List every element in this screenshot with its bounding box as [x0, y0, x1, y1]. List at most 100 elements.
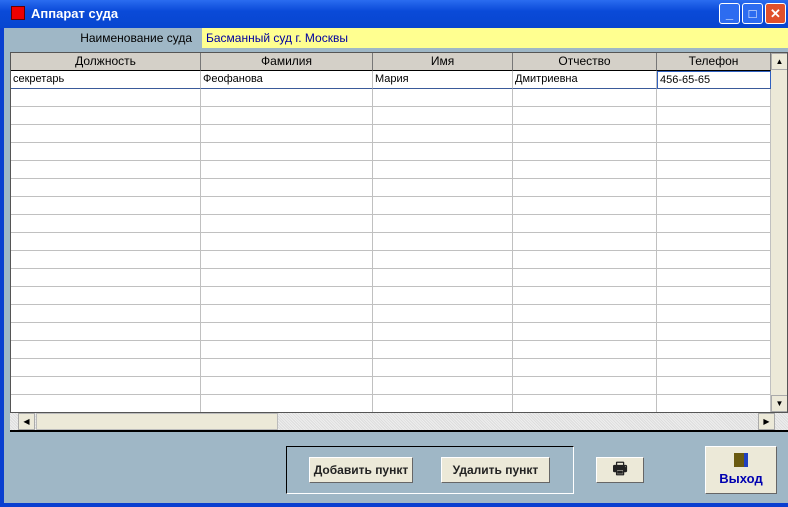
table-cell[interactable]: [201, 107, 373, 125]
table-cell[interactable]: [513, 377, 657, 395]
table-cell[interactable]: [373, 359, 513, 377]
table-cell[interactable]: [657, 395, 771, 412]
table-cell[interactable]: [373, 179, 513, 197]
table-cell[interactable]: [11, 233, 201, 251]
table-cell[interactable]: [657, 107, 771, 125]
table-cell[interactable]: [513, 161, 657, 179]
minimize-button[interactable]: _: [719, 3, 740, 24]
horizontal-scroll-thumb[interactable]: [36, 413, 278, 430]
table-cell[interactable]: [373, 161, 513, 179]
table-cell[interactable]: [201, 179, 373, 197]
table-cell[interactable]: [373, 197, 513, 215]
table-cell[interactable]: [11, 89, 201, 107]
table-cell[interactable]: [657, 143, 771, 161]
table-cell[interactable]: [657, 161, 771, 179]
table-cell[interactable]: [657, 179, 771, 197]
table-cell[interactable]: [11, 323, 201, 341]
table-cell[interactable]: [373, 341, 513, 359]
scroll-up-button[interactable]: ▲: [771, 53, 787, 70]
table-cell[interactable]: [373, 377, 513, 395]
table-cell[interactable]: [11, 179, 201, 197]
table-cell[interactable]: [373, 143, 513, 161]
delete-item-button[interactable]: Удалить пункт: [441, 457, 550, 483]
horizontal-scrollbar[interactable]: ◀ ▶: [10, 413, 788, 432]
table-cell[interactable]: [201, 395, 373, 412]
table-cell[interactable]: [373, 305, 513, 323]
table-cell[interactable]: [513, 323, 657, 341]
column-header[interactable]: Имя: [373, 53, 513, 71]
table-cell[interactable]: [513, 197, 657, 215]
table-cell[interactable]: [11, 287, 201, 305]
column-header[interactable]: Телефон: [657, 53, 771, 71]
table-cell[interactable]: [513, 269, 657, 287]
table-cell[interactable]: [373, 251, 513, 269]
table-cell[interactable]: [201, 89, 373, 107]
maximize-button[interactable]: □: [742, 3, 763, 24]
court-name-field[interactable]: Басманный суд г. Москвы: [202, 28, 788, 48]
table-cell[interactable]: [657, 215, 771, 233]
table-cell[interactable]: [373, 395, 513, 412]
table-cell[interactable]: секретарь: [11, 71, 201, 89]
column-header[interactable]: Должность: [11, 53, 201, 71]
table-cell[interactable]: Феофанова: [201, 71, 373, 89]
close-button[interactable]: ✕: [765, 3, 786, 24]
table-cell[interactable]: [373, 323, 513, 341]
column-header[interactable]: Отчество: [513, 53, 657, 71]
table-cell[interactable]: [11, 143, 201, 161]
table-cell[interactable]: [513, 359, 657, 377]
table-cell[interactable]: [201, 251, 373, 269]
table-cell[interactable]: [201, 161, 373, 179]
table-cell[interactable]: Дмитриевна: [513, 71, 657, 89]
exit-button[interactable]: Выход: [705, 446, 777, 494]
table-cell[interactable]: [201, 359, 373, 377]
table-cell[interactable]: [11, 215, 201, 233]
table-cell[interactable]: [11, 125, 201, 143]
table-cell[interactable]: [513, 395, 657, 412]
table-cell[interactable]: 456-65-65: [657, 71, 771, 89]
table-cell[interactable]: [657, 269, 771, 287]
table-cell[interactable]: [201, 143, 373, 161]
table-cell[interactable]: [657, 323, 771, 341]
table-cell[interactable]: [11, 359, 201, 377]
scroll-down-button[interactable]: ▼: [771, 395, 787, 412]
table-cell[interactable]: [657, 251, 771, 269]
table-cell[interactable]: [373, 287, 513, 305]
table-cell[interactable]: [657, 89, 771, 107]
table-cell[interactable]: [11, 377, 201, 395]
table-cell[interactable]: [11, 341, 201, 359]
table-cell[interactable]: [657, 197, 771, 215]
table-cell[interactable]: [11, 251, 201, 269]
table-cell[interactable]: [201, 287, 373, 305]
table-cell[interactable]: [11, 197, 201, 215]
table-cell[interactable]: [11, 395, 201, 412]
table-cell[interactable]: [513, 341, 657, 359]
table-cell[interactable]: [513, 305, 657, 323]
table-cell[interactable]: [11, 161, 201, 179]
table-cell[interactable]: [513, 89, 657, 107]
table-cell[interactable]: [201, 125, 373, 143]
print-button[interactable]: 🖶: [596, 457, 644, 483]
table-cell[interactable]: [201, 323, 373, 341]
table-cell[interactable]: [657, 341, 771, 359]
table-cell[interactable]: [657, 287, 771, 305]
vertical-scrollbar[interactable]: ▲ ▼: [771, 53, 787, 412]
table-cell[interactable]: [513, 143, 657, 161]
table-cell[interactable]: [513, 233, 657, 251]
table-cell[interactable]: [513, 287, 657, 305]
table-cell[interactable]: [201, 233, 373, 251]
column-header[interactable]: Фамилия: [201, 53, 373, 71]
table-cell[interactable]: [657, 305, 771, 323]
table-cell[interactable]: [513, 251, 657, 269]
table-cell[interactable]: [513, 215, 657, 233]
table-cell[interactable]: [513, 179, 657, 197]
table-cell[interactable]: [11, 269, 201, 287]
table-cell[interactable]: [373, 89, 513, 107]
scroll-right-button[interactable]: ▶: [758, 413, 775, 430]
table-cell[interactable]: [373, 269, 513, 287]
table-cell[interactable]: [373, 125, 513, 143]
table-cell[interactable]: [201, 341, 373, 359]
table-cell[interactable]: Мария: [373, 71, 513, 89]
table-cell[interactable]: [201, 215, 373, 233]
table-cell[interactable]: [373, 215, 513, 233]
table-cell[interactable]: [201, 269, 373, 287]
